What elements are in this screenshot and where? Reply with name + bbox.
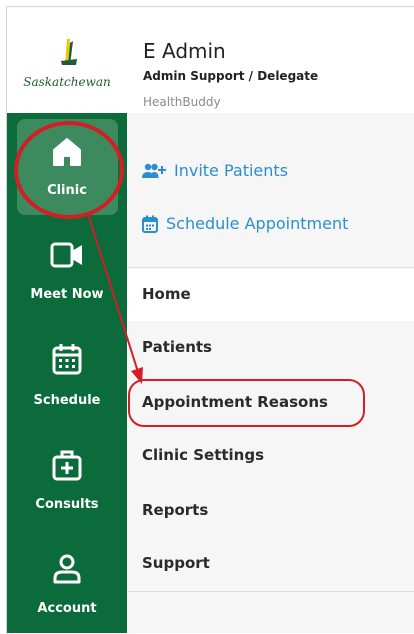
annotation-arrow (87, 213, 143, 384)
